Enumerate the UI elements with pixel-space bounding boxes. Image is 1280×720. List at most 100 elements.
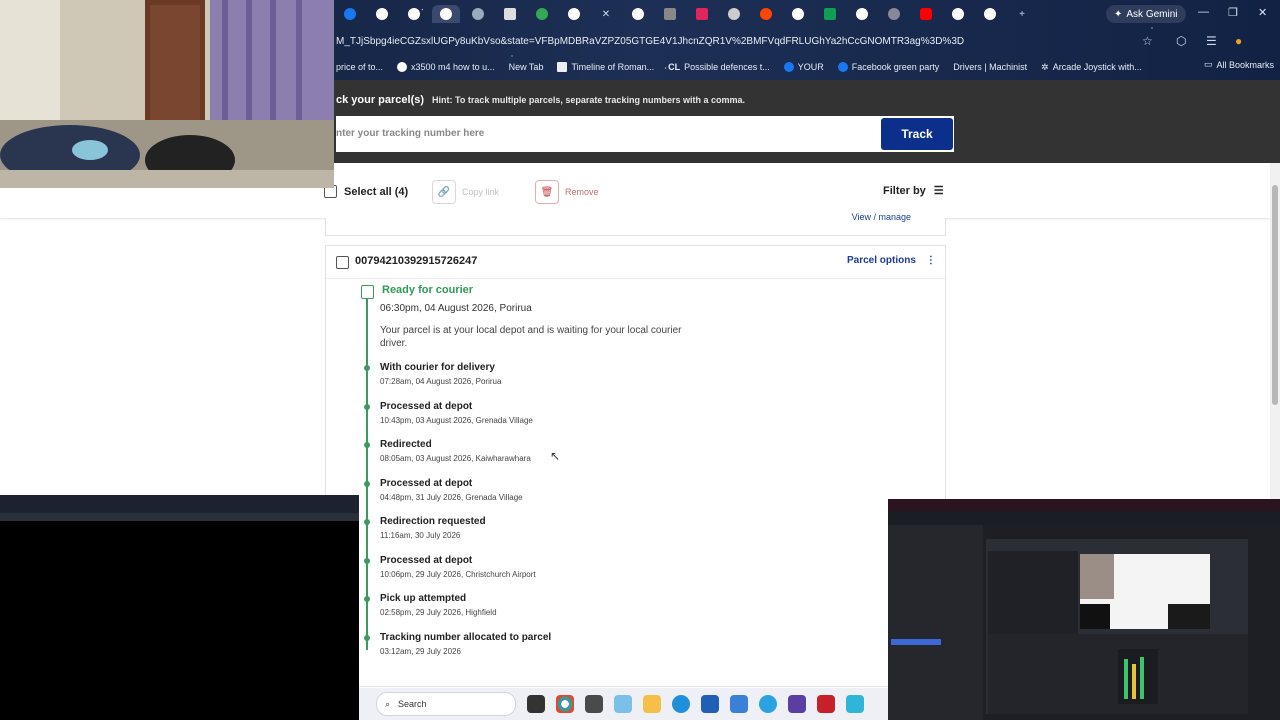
profile-avatar[interactable]: ● (1235, 34, 1242, 48)
trash-icon: 🗑 (535, 180, 559, 204)
ask-gemini-button[interactable]: ✦ Ask Gemini (1106, 5, 1186, 23)
close-window-icon[interactable]: ✕ (1258, 6, 1267, 19)
ask-gemini-label: Ask Gemini (1126, 8, 1178, 20)
timeline-dot (364, 635, 370, 641)
depot-status-icon (361, 285, 374, 299)
timeline-event: Redirection requested 11:16am, 30 July 20… (364, 516, 486, 540)
tab-reddit[interactable] (752, 5, 780, 23)
tab-wiki[interactable] (720, 5, 748, 23)
edge-icon[interactable] (672, 695, 690, 713)
tab-x[interactable] (688, 5, 716, 23)
bookmark-star-icon[interactable]: ☆ (1142, 34, 1153, 48)
bookmarks-bar: price of to... x3500 m4 how to u... New … (336, 59, 1276, 75)
bookmark-item[interactable]: Facebook green party (837, 62, 939, 72)
obs-icon[interactable] (585, 695, 603, 713)
track-heading: ck your parcel(s) Hint: To track multiple… (336, 94, 745, 106)
bookmark-item[interactable]: CL Possible defences t... (668, 62, 770, 72)
link-icon: 🔗 (432, 180, 456, 204)
sliders-icon: ☰ (933, 185, 944, 197)
track-button[interactable]: Track (881, 118, 953, 150)
tab-sheets[interactable] (816, 5, 844, 23)
select-all-control[interactable]: Select all (4) (324, 185, 408, 198)
all-bookmarks-button[interactable]: ▭ All Bookmarks (1204, 59, 1274, 70)
facebook-icon (783, 62, 794, 72)
tab-youtube[interactable] (912, 5, 940, 23)
tracking-number-input[interactable]: nter your tracking number here (336, 116, 878, 152)
screen-share-thumbnail (888, 499, 1280, 720)
bookmark-item[interactable]: Timeline of Roman... (557, 62, 654, 72)
close-tab-icon[interactable]: ✕ (592, 5, 620, 23)
tab-google[interactable] (944, 5, 972, 23)
tab-grid[interactable] (464, 5, 492, 23)
bookmark-item[interactable]: price of to... (336, 62, 383, 72)
timeline-event: Processed at depot 10:06pm, 29 July 2026,… (364, 555, 536, 579)
telegram-icon[interactable] (759, 695, 777, 713)
tab-maps[interactable] (528, 5, 556, 23)
tab-google[interactable] (976, 5, 1004, 23)
current-status: Ready for courier (382, 284, 474, 296)
address-bar[interactable]: M_TJjSbpg4ieCGZsxlUGPy8uKbVso&state=VFBp… (336, 33, 1166, 51)
app-icon[interactable] (846, 695, 864, 713)
view-manage-link[interactable]: View / manage (852, 212, 911, 222)
maximize-icon[interactable]: ❐ (1228, 6, 1238, 19)
tab-google[interactable] (624, 5, 652, 23)
outlook-icon[interactable] (730, 695, 748, 713)
current-status-time: 06:30pm, 04 August 2026, Porirua (380, 303, 532, 314)
webcam-overlay (0, 0, 334, 188)
mouse-cursor-icon: ↖ (550, 449, 561, 463)
bookmark-item[interactable]: x3500 m4 how to u... (397, 62, 495, 72)
timeline-dot (364, 404, 370, 410)
joystick-icon: ✲ (1041, 61, 1049, 72)
tab-nz[interactable] (496, 5, 524, 23)
extensions-icon[interactable]: ⬡ (1176, 34, 1186, 48)
bookmark-item[interactable]: ✲ Arcade Joystick with... (1041, 62, 1142, 73)
timeline-event: Pick up attempted 02:58pm, 29 July 2026, … (364, 593, 497, 617)
facebook-icon (837, 62, 848, 72)
scrollbar-thumb[interactable] (1272, 185, 1278, 405)
search-icon: ⌕ (385, 698, 391, 709)
taskbar: ⌕ Search (359, 688, 889, 720)
photos-icon[interactable] (614, 695, 632, 713)
bookmark-item[interactable]: New Tab (509, 62, 544, 72)
tab-google[interactable] (368, 5, 396, 23)
tab-sgx[interactable] (656, 5, 684, 23)
chrome-icon[interactable] (556, 695, 574, 713)
timeline-event: Redirected 08:05am, 03 August 2026, Kaiwh… (364, 439, 531, 463)
remove-button[interactable]: 🗑 Remove (535, 180, 599, 204)
folder-icon: ▭ (1204, 59, 1213, 69)
filter-by-button[interactable]: Filter by ☰ (883, 184, 944, 198)
tab-slash[interactable] (880, 5, 908, 23)
taskbar-search[interactable]: ⌕ Search (376, 692, 516, 716)
more-vertical-icon: ⋮ (925, 255, 936, 266)
new-tab-icon[interactable]: + (1008, 5, 1036, 23)
copy-link-button[interactable]: 🔗 Copy link (432, 180, 499, 204)
tab-google[interactable] (560, 5, 588, 23)
sparkle-icon: ✦ (1114, 8, 1123, 20)
bookmark-item[interactable]: Drivers | Machinist (953, 62, 1027, 72)
parcel-checkbox[interactable] (336, 256, 349, 269)
file-explorer-icon[interactable] (643, 695, 661, 713)
side-panel-icon[interactable]: ☰ (1206, 34, 1217, 48)
timeline-dot (364, 519, 370, 525)
timeline-event: Processed at depot 10:43pm, 03 August 202… (364, 401, 533, 425)
tab-google[interactable] (848, 5, 876, 23)
timeline-event: With courier for delivery 07:28am, 04 Aug… (364, 362, 501, 386)
timeline-dot (364, 481, 370, 487)
task-view-icon[interactable] (527, 695, 545, 713)
track-hint: Hint: To track multiple parcels, separat… (432, 95, 745, 105)
cl-icon: CL (668, 62, 681, 72)
tab-google[interactable] (400, 5, 428, 23)
thumbnail-scene (888, 499, 1280, 720)
tab-facebook[interactable] (336, 5, 364, 23)
bookmark-item[interactable]: YOUR (783, 62, 824, 72)
timeline-dot (364, 442, 370, 448)
minimize-icon[interactable]: — (1198, 6, 1209, 18)
tab-google-active[interactable] (432, 5, 460, 23)
parcel-options-button[interactable]: Parcel options ⋮ (847, 255, 936, 266)
tab-google[interactable] (784, 5, 812, 23)
bolt-app-icon[interactable] (817, 695, 835, 713)
store-icon[interactable] (701, 695, 719, 713)
app-icon[interactable] (788, 695, 806, 713)
page-scrollbar[interactable] (1270, 163, 1280, 503)
parcel-card-header: 00794210392915726247 Parcel options ⋮ (326, 246, 945, 279)
